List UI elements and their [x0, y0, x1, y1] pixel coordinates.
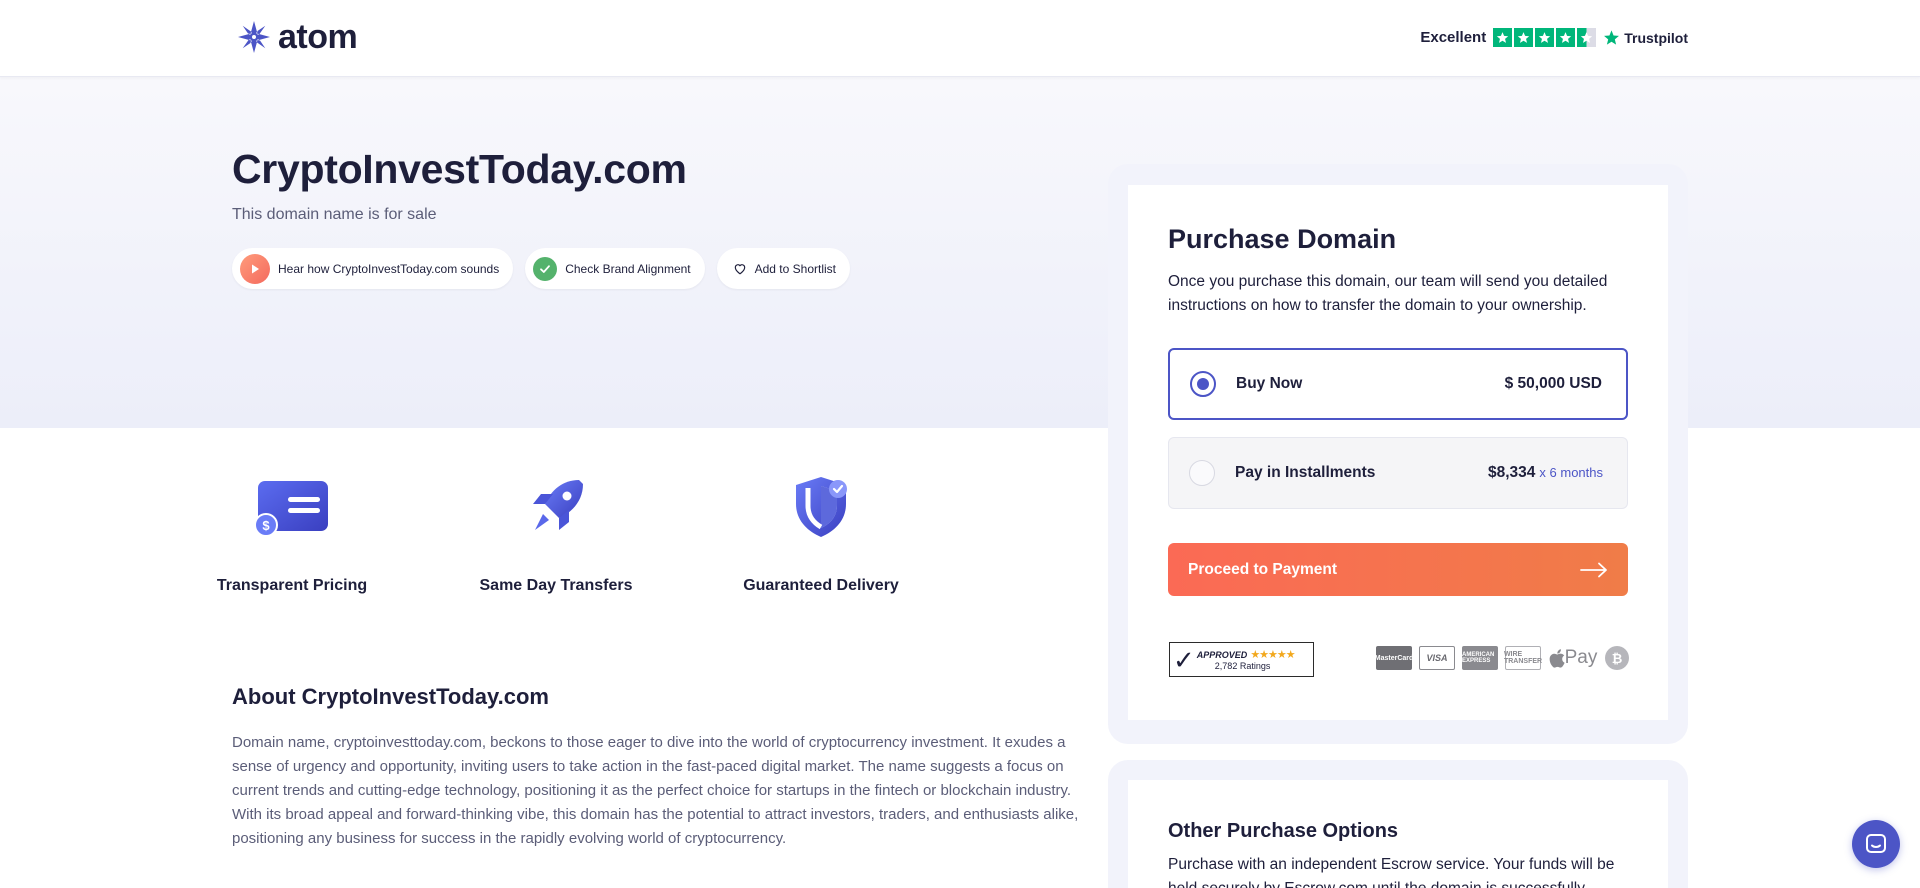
approved-word: APPROVED [1196, 649, 1248, 660]
for-sale-subtitle: This domain name is for sale [232, 206, 437, 223]
arrow-right-icon [1580, 562, 1607, 577]
trustpilot-star-icon [1604, 30, 1620, 45]
check-icon [533, 256, 558, 281]
rocket-icon [476, 470, 636, 544]
about-description: Domain name, cryptoinvesttoday.com, beck… [232, 734, 1079, 847]
wire-transfer-icon: WIRE TRANSFER [1504, 646, 1542, 670]
installments-option[interactable]: Pay in Installments $8,334 x 6 months [1168, 437, 1628, 509]
add-to-shortlist-button[interactable]: Add to Shortlist [716, 248, 850, 289]
visa-icon: VISA [1419, 646, 1455, 670]
hear-pronunciation-label: Hear how CryptoInvestToday.com sounds [278, 261, 500, 276]
add-to-shortlist-label: Add to Shortlist [754, 261, 836, 276]
apple-pay-icon: Pay [1548, 646, 1598, 670]
check-brand-alignment-label: Check Brand Alignment [565, 261, 691, 276]
buy-now-price: $ 50,000 USD [1504, 375, 1602, 392]
domain-title: CryptoInvestToday.com [232, 146, 687, 192]
apple-pay-text: Pay [1564, 647, 1598, 668]
feature-label: Transparent Pricing [216, 577, 368, 594]
radio-selected-dot [1197, 378, 1209, 390]
proceed-label: Proceed to Payment [1188, 560, 1338, 578]
trustpilot-stars [1493, 28, 1597, 47]
chat-launcher-button[interactable] [1852, 820, 1900, 868]
about-title: About CryptoInvestToday.com [232, 684, 549, 709]
purchase-title: Purchase Domain [1168, 224, 1397, 254]
trustpilot-brand: Trustpilot [1603, 29, 1688, 46]
approved-text: APPROVED ★★★★★ 2,782 Ratings [1196, 648, 1296, 671]
chat-icon [1866, 834, 1886, 853]
star-icon [1556, 28, 1576, 47]
logo-text: atom [278, 18, 358, 56]
installments-radio[interactable] [1189, 460, 1215, 486]
play-icon [240, 253, 270, 284]
feature-label: Guaranteed Delivery [743, 577, 899, 594]
feature-same-day-transfers: Same Day Transfers [476, 470, 636, 596]
buy-now-radio[interactable] [1190, 371, 1216, 397]
other-options-text: Purchase with an independent Escrow serv… [1168, 856, 1615, 888]
installments-amount: $8,334 [1487, 464, 1536, 481]
payment-methods: MasterCard VISA AMERICAN EXPRESS WIRE TR… [1375, 646, 1629, 670]
hero-actions: Hear how CryptoInvestToday.com sounds Ch… [232, 248, 850, 289]
amex-icon: AMERICAN EXPRESS [1462, 646, 1498, 670]
atom-logo[interactable]: atom [236, 18, 358, 56]
heart-icon [734, 264, 745, 275]
check-brand-alignment-button[interactable]: Check Brand Alignment [525, 248, 705, 289]
feature-label: Same Day Transfers [479, 577, 633, 594]
half-star-icon [1577, 28, 1597, 47]
purchase-description: Once you purchase this domain, our team … [1168, 273, 1608, 314]
trustpilot-rating[interactable]: Excellent Trustpilot [1420, 28, 1688, 47]
mastercard-icon: MasterCard [1375, 646, 1413, 670]
card-dollar-icon: $ [212, 470, 372, 544]
buy-now-option[interactable]: Buy Now $ 50,000 USD [1168, 348, 1628, 420]
approved-top-row: APPROVED ★★★★★ [1196, 648, 1296, 661]
star-icon [1535, 28, 1555, 47]
proceed-to-payment-button[interactable]: Proceed to Payment [1168, 543, 1628, 596]
site-header: atom Excellent Trustpilot [0, 0, 1920, 77]
installments-price: $8,334 x 6 months [1488, 464, 1603, 482]
installments-label: Pay in Installments [1235, 464, 1376, 481]
hear-pronunciation-button[interactable]: Hear how CryptoInvestToday.com sounds [232, 248, 514, 289]
shield-check-icon [741, 470, 901, 544]
feature-transparent-pricing: $ Transparent Pricing [212, 470, 372, 596]
other-options-title: Other Purchase Options [1168, 820, 1399, 842]
apple-logo-icon [1549, 648, 1565, 668]
buy-now-label: Buy Now [1236, 375, 1303, 392]
rating-stars-icon: ★★★★★ [1250, 649, 1295, 661]
star-icon [1493, 28, 1513, 47]
trustpilot-rating-word: Excellent [1420, 29, 1487, 46]
trustpilot-brand-text: Trustpilot [1624, 29, 1688, 46]
bitcoin-icon: ₿ [1605, 646, 1629, 670]
star-icon [1514, 28, 1534, 47]
approved-check-icon: ✓ [1173, 644, 1195, 675]
installments-period: x 6 months [1539, 465, 1603, 480]
svg-text:$: $ [262, 518, 270, 533]
feature-guaranteed-delivery: Guaranteed Delivery [741, 470, 901, 596]
atom-star-icon [238, 21, 270, 53]
approved-ratings-badge[interactable]: ✓ APPROVED ★★★★★ 2,782 Ratings [1169, 642, 1314, 677]
approved-ratings-count: 2,782 Ratings [1214, 661, 1271, 671]
